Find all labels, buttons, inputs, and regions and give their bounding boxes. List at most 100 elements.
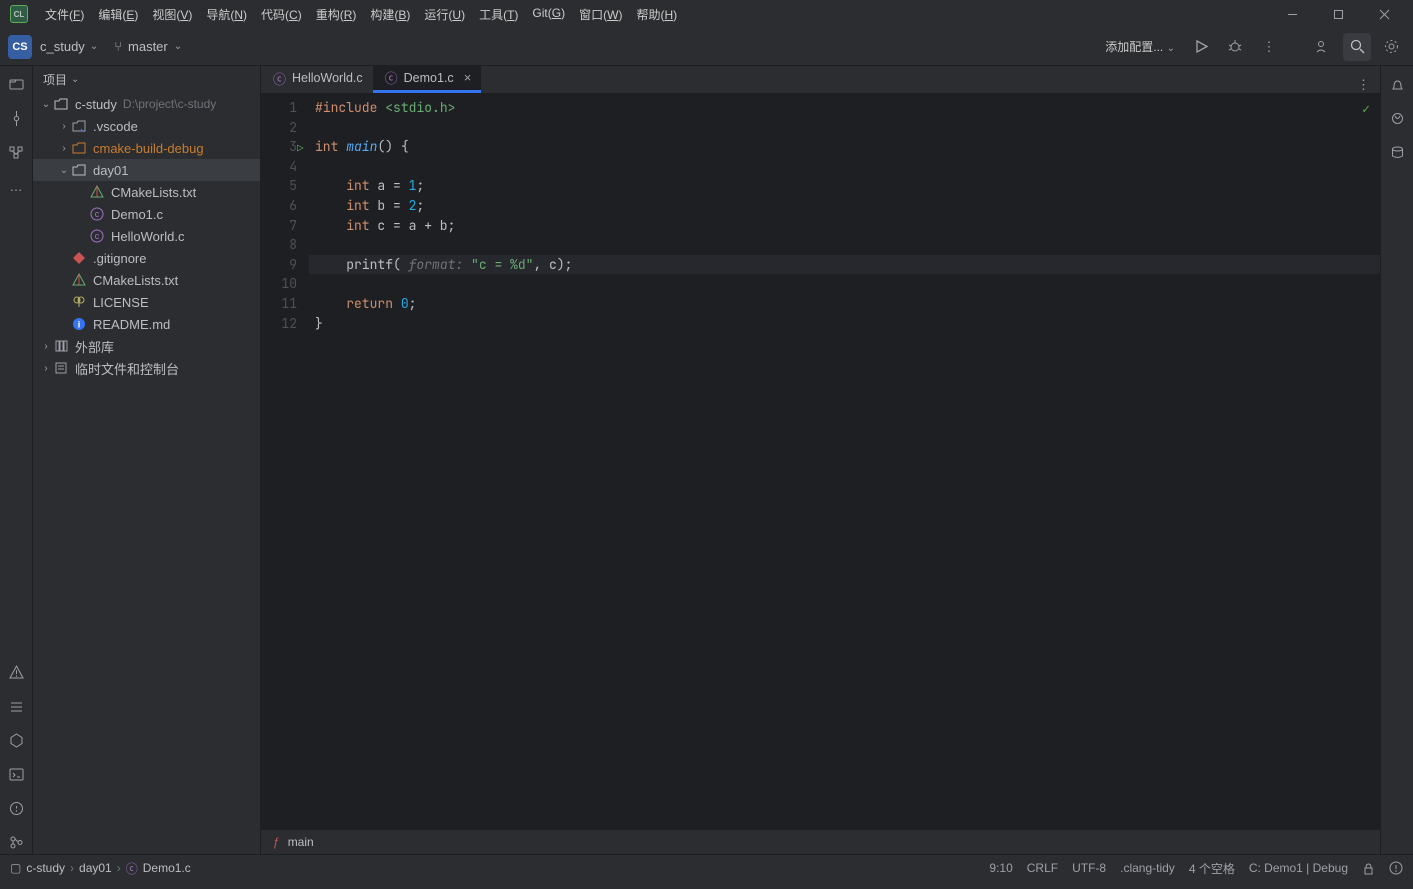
code-line[interactable]: int c = a + b; (309, 216, 1380, 236)
status-item[interactable]: .clang-tidy (1120, 861, 1175, 875)
tree-row[interactable]: .gitignore (33, 247, 260, 269)
services-tool-button[interactable] (4, 728, 28, 752)
menu-item[interactable]: 文件(F) (38, 3, 91, 26)
line-gutter[interactable]: 123▷456789101112 (261, 94, 309, 829)
line-number[interactable]: 10 (261, 274, 297, 294)
tree-row[interactable]: ›cmake-build-debug (33, 137, 260, 159)
tree-row[interactable]: CMakeLists.txt (33, 181, 260, 203)
git-branch-dropdown[interactable]: ⑂ master ⌄ (106, 36, 190, 57)
menu-item[interactable]: 编辑(E) (91, 3, 145, 26)
code-line[interactable]: int b = 2; (309, 196, 1380, 216)
line-number[interactable]: 4 (261, 157, 297, 177)
breadcrumb-item[interactable]: day01 (79, 861, 112, 875)
settings-button[interactable] (1377, 33, 1405, 61)
tree-row[interactable]: CMakeLists.txt (33, 269, 260, 291)
code-line[interactable] (309, 235, 1380, 255)
notifications-button[interactable] (1385, 72, 1409, 96)
menu-item[interactable]: 工具(T) (472, 3, 525, 26)
status-item[interactable]: 4 个空格 (1189, 860, 1235, 877)
line-number[interactable]: 12 (261, 314, 297, 334)
menu-item[interactable]: 构建(B) (363, 3, 417, 26)
expand-icon[interactable]: › (39, 363, 53, 374)
editor-tab[interactable]: ⓒHelloWorld.c (261, 65, 373, 93)
tree-row[interactable]: ⌄c-studyD:\project\c-study (33, 93, 260, 115)
code-line[interactable]: #include <stdio.h> (309, 98, 1380, 118)
line-number[interactable]: 5 (261, 176, 297, 196)
run-gutter-icon[interactable]: ▷ (297, 140, 304, 160)
menu-item[interactable]: 运行(U) (417, 3, 472, 26)
run-button[interactable] (1187, 33, 1215, 61)
code-line[interactable]: printf( format: "c = %d", c); (309, 255, 1380, 275)
todo-tool-button[interactable] (4, 694, 28, 718)
status-info-icon[interactable] (1389, 861, 1403, 875)
menu-item[interactable]: 窗口(W) (572, 3, 629, 26)
expand-icon[interactable]: ⌄ (39, 99, 53, 110)
code-line[interactable] (309, 157, 1380, 177)
editor-body[interactable]: 123▷456789101112 ✓ #include <stdio.h> in… (261, 94, 1380, 829)
tree-row[interactable]: iREADME.md (33, 313, 260, 335)
status-item[interactable]: C: Demo1 | Debug (1249, 861, 1348, 875)
editor-tab[interactable]: ⓒDemo1.c× (373, 65, 482, 93)
tab-more-button[interactable]: ⋮ (1347, 77, 1380, 93)
status-item[interactable]: UTF-8 (1072, 861, 1106, 875)
current-function[interactable]: main (288, 835, 314, 849)
project-tool-button[interactable] (4, 72, 28, 96)
tree-row[interactable]: cDemo1.c (33, 203, 260, 225)
project-dropdown[interactable]: c_study ⌄ (32, 36, 106, 57)
structure-tool-button[interactable] (4, 140, 28, 164)
line-number[interactable]: 9 (261, 255, 297, 275)
minimize-button[interactable] (1269, 0, 1315, 28)
menu-item[interactable]: 代码(C) (254, 3, 309, 26)
tree-row[interactable]: ⌄day01 (33, 159, 260, 181)
code-line[interactable] (309, 274, 1380, 294)
line-number[interactable]: 11 (261, 294, 297, 314)
tree-row[interactable]: cHelloWorld.c (33, 225, 260, 247)
line-number[interactable]: 3▷ (261, 137, 297, 157)
commit-tool-button[interactable] (4, 106, 28, 130)
menu-item[interactable]: 帮助(H) (629, 3, 684, 26)
ai-tool-button[interactable] (1385, 106, 1409, 130)
terminal-tool-button[interactable] (4, 762, 28, 786)
line-number[interactable]: 6 (261, 196, 297, 216)
sidebar-header[interactable]: 项目 ⌄ (33, 66, 260, 93)
line-number[interactable]: 7 (261, 216, 297, 236)
close-button[interactable] (1361, 0, 1407, 28)
expand-icon[interactable]: ⌄ (57, 165, 71, 176)
code-line[interactable]: } (309, 314, 1380, 334)
expand-icon[interactable]: › (57, 143, 71, 154)
line-number[interactable]: 2 (261, 118, 297, 138)
tree-row[interactable]: ›临时文件和控制台 (33, 357, 260, 379)
menu-item[interactable]: 导航(N) (199, 3, 254, 26)
debug-button[interactable] (1221, 33, 1249, 61)
code-line[interactable]: return 0; (309, 294, 1380, 314)
code-line[interactable]: int main() { (309, 137, 1380, 157)
close-tab-icon[interactable]: × (464, 70, 472, 85)
database-tool-button[interactable] (1385, 140, 1409, 164)
tree-row[interactable]: ›.vscode (33, 115, 260, 137)
code-line[interactable]: int a = 1; (309, 176, 1380, 196)
more-tools-button[interactable]: … (4, 174, 28, 198)
run-config-dropdown[interactable]: 添加配置... ⌄ (1099, 34, 1181, 59)
expand-icon[interactable]: › (39, 341, 53, 352)
tree-row[interactable]: LICENSE (33, 291, 260, 313)
code-with-me-button[interactable] (1309, 33, 1337, 61)
menu-item[interactable]: 重构(R) (309, 3, 364, 26)
expand-icon[interactable]: › (57, 121, 71, 132)
readonly-icon[interactable] (1362, 862, 1375, 875)
maximize-button[interactable] (1315, 0, 1361, 28)
more-actions-button[interactable]: ⋮ (1255, 33, 1283, 61)
status-item[interactable]: CRLF (1027, 861, 1058, 875)
breadcrumb-item[interactable]: ⓒ Demo1.c (126, 860, 191, 877)
breadcrumb-item[interactable]: ▢ c-study (10, 861, 65, 875)
inspection-ok-icon[interactable]: ✓ (1362, 100, 1370, 117)
code-line[interactable] (309, 118, 1380, 138)
code-content[interactable]: ✓ #include <stdio.h> int main() { int a … (309, 94, 1380, 829)
search-button[interactable] (1343, 33, 1371, 61)
problems-tool-button[interactable] (4, 660, 28, 684)
status-item[interactable]: 9:10 (989, 861, 1012, 875)
info-tool-button[interactable] (4, 796, 28, 820)
menu-item[interactable]: Git(G) (525, 3, 572, 26)
line-number[interactable]: 1 (261, 98, 297, 118)
menu-item[interactable]: 视图(V) (145, 3, 199, 26)
vcs-tool-button[interactable] (4, 830, 28, 854)
